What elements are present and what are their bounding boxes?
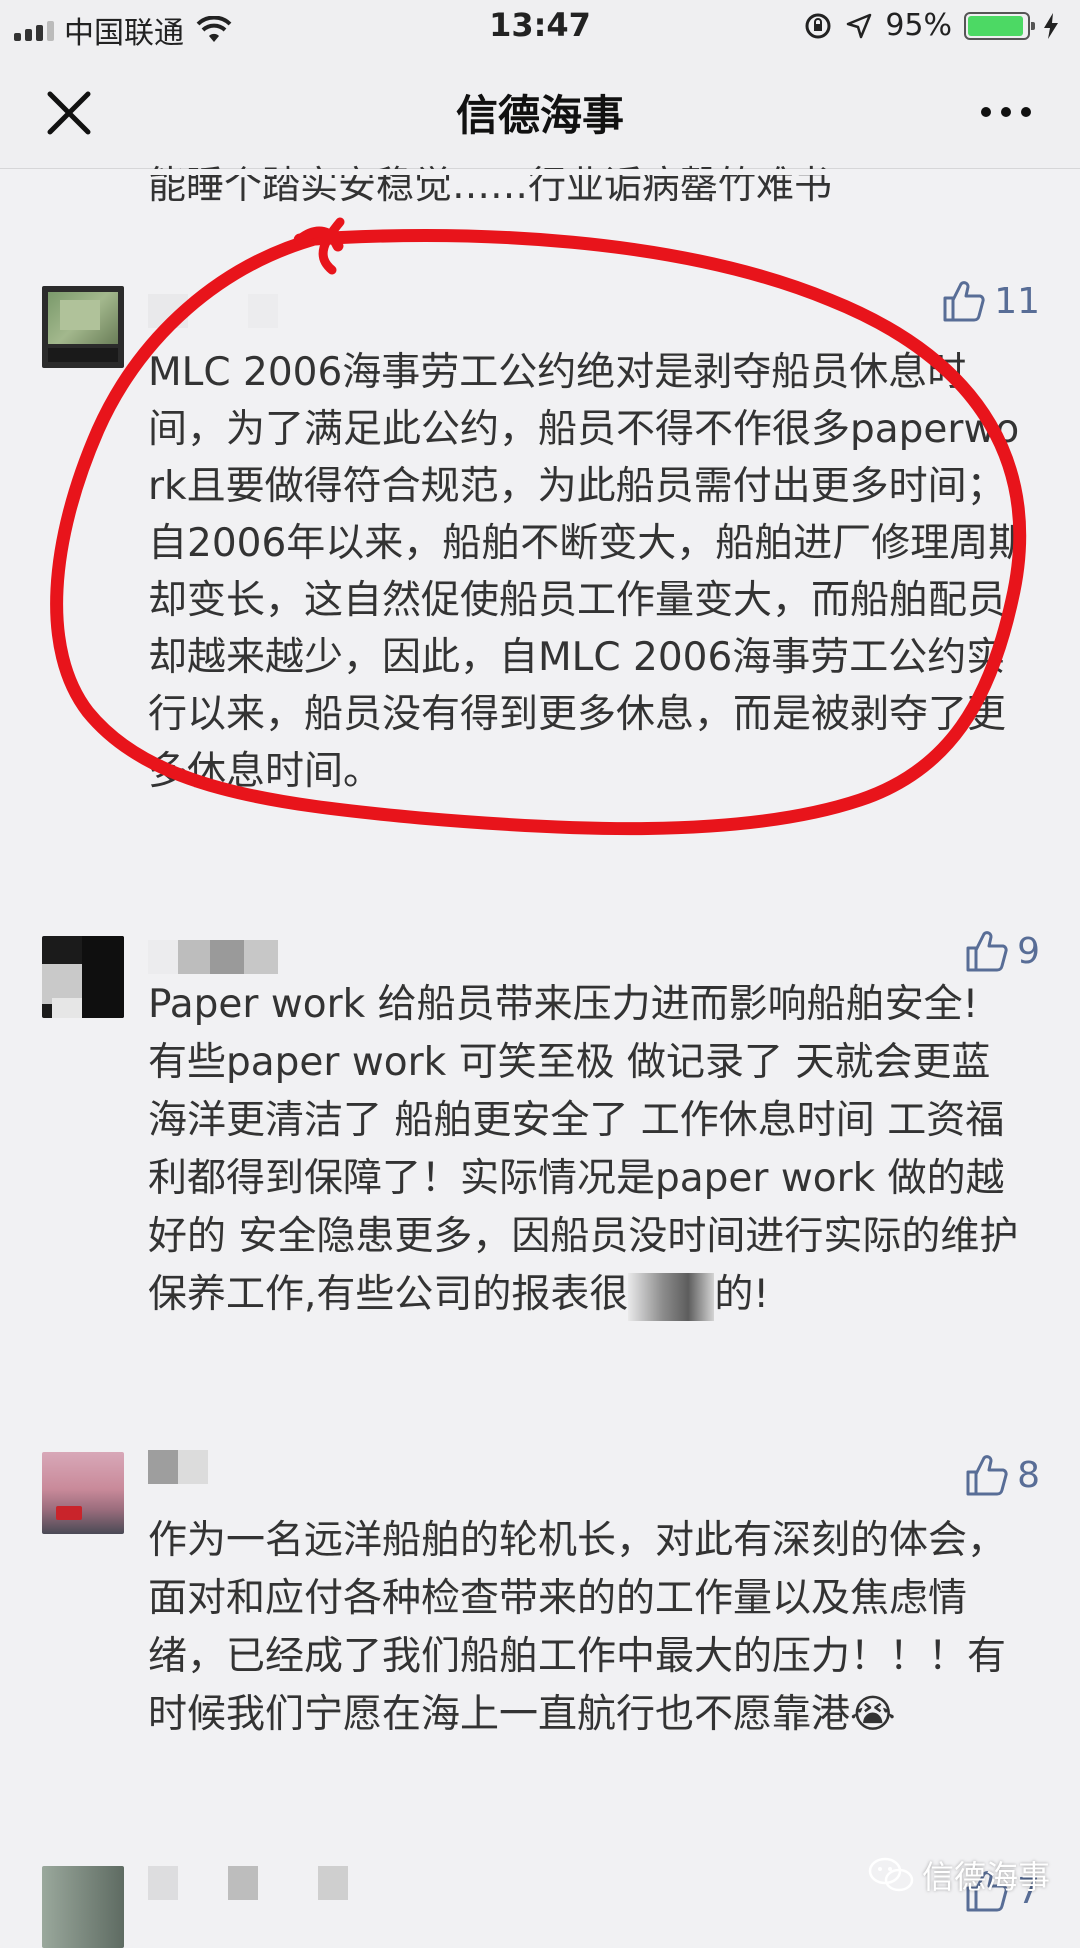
avatar[interactable]: [42, 286, 124, 368]
like-button[interactable]: 11: [942, 280, 1040, 322]
page-title: 信德海事: [455, 91, 624, 140]
location-arrow-icon: [847, 13, 872, 38]
username-blurred: [148, 1866, 348, 1900]
avatar[interactable]: [42, 1452, 124, 1534]
redacted-blur: [628, 1272, 715, 1321]
avatar[interactable]: [42, 1866, 124, 1948]
battery-icon: [964, 11, 1035, 40]
comment-text: MLC 2006海事劳工公约绝对是剥夺船员休息时间，为了满足此公约，船员不得不作…: [148, 350, 1028, 794]
username-blurred: [148, 940, 278, 974]
comment-text-part: 的!: [714, 1272, 770, 1317]
battery-percent: 95%: [885, 8, 952, 43]
comment-item: 8 作为一名远洋船舶的轮机长，对此有深刻的体会，面对和应付各种检查带来的的工作量…: [0, 1450, 1080, 1810]
more-icon[interactable]: [976, 92, 1036, 132]
like-count: 11: [994, 280, 1040, 322]
comment-text: 作为一名远洋船舶的轮机长，对此有深刻的体会，面对和应付各种检查带来的的工作量以及…: [148, 1512, 1028, 1744]
like-button[interactable]: 8: [965, 1454, 1040, 1496]
like-count: 8: [1017, 1454, 1040, 1496]
like-button[interactable]: 9: [965, 930, 1040, 972]
thumbs-up-icon: [943, 281, 985, 322]
charging-bolt-icon: [1044, 12, 1058, 39]
rotation-lock-icon: [805, 13, 831, 38]
username-blurred: [148, 1450, 208, 1484]
comment-item: 9 Paper work 给船员带来压力进而影响船舶安全! 有些paper wo…: [0, 930, 1080, 1402]
wechat-icon: [868, 1857, 914, 1892]
nav-bar: 信德海事: [0, 58, 1080, 169]
comment-item: 11 MLC 2006海事劳工公约绝对是剥夺船员休息时间，为了满足此公约，船员不…: [0, 280, 1080, 860]
username-blurred: [148, 294, 278, 328]
crying-emoji: 😭: [850, 1692, 896, 1737]
comment-text: Paper work 给船员带来压力进而影响船舶安全! 有些paper work…: [148, 976, 1028, 1324]
status-right: 95%: [803, 8, 1060, 43]
comment-text-part: Paper work 给船员带来压力进而影响船舶安全! 有些paper work…: [148, 982, 1019, 1317]
avatar[interactable]: [42, 936, 124, 1018]
previous-comment-tail: 能睡个踏实安稳觉……行业诟病罄竹难书: [148, 163, 833, 207]
thumbs-up-icon: [966, 1455, 1008, 1496]
thumbs-up-icon: [966, 931, 1008, 972]
watermark-text: 信德海事: [921, 1858, 1050, 1896]
like-count: 9: [1017, 930, 1040, 972]
status-bar: 中国联通 13:47 95%: [0, 0, 1080, 58]
nav-shadow-mask: [0, 169, 1080, 175]
battery-fill: [968, 15, 1024, 36]
watermark: 信德海事: [868, 1852, 1050, 1898]
